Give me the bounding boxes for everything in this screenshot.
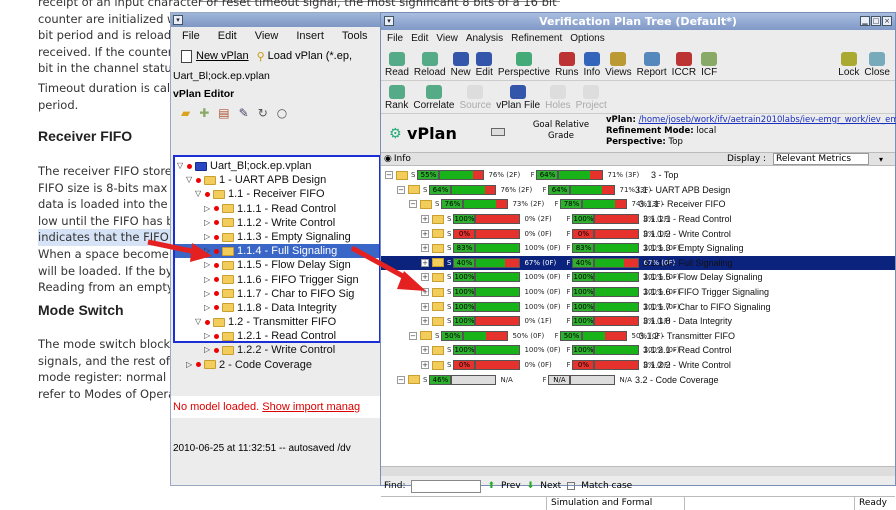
status-mode: Simulation and Formal <box>547 497 685 510</box>
status-bar: Simulation and Formal Ready <box>381 496 895 510</box>
arrow-doc-to-editor <box>147 239 197 255</box>
annotation-arrows <box>147 239 426 291</box>
arrow-editor-to-tree <box>350 245 412 283</box>
status-ready: Ready <box>859 498 887 508</box>
arrow-head-1 <box>190 243 212 262</box>
status-left <box>381 497 547 510</box>
status-blank <box>685 497 855 510</box>
